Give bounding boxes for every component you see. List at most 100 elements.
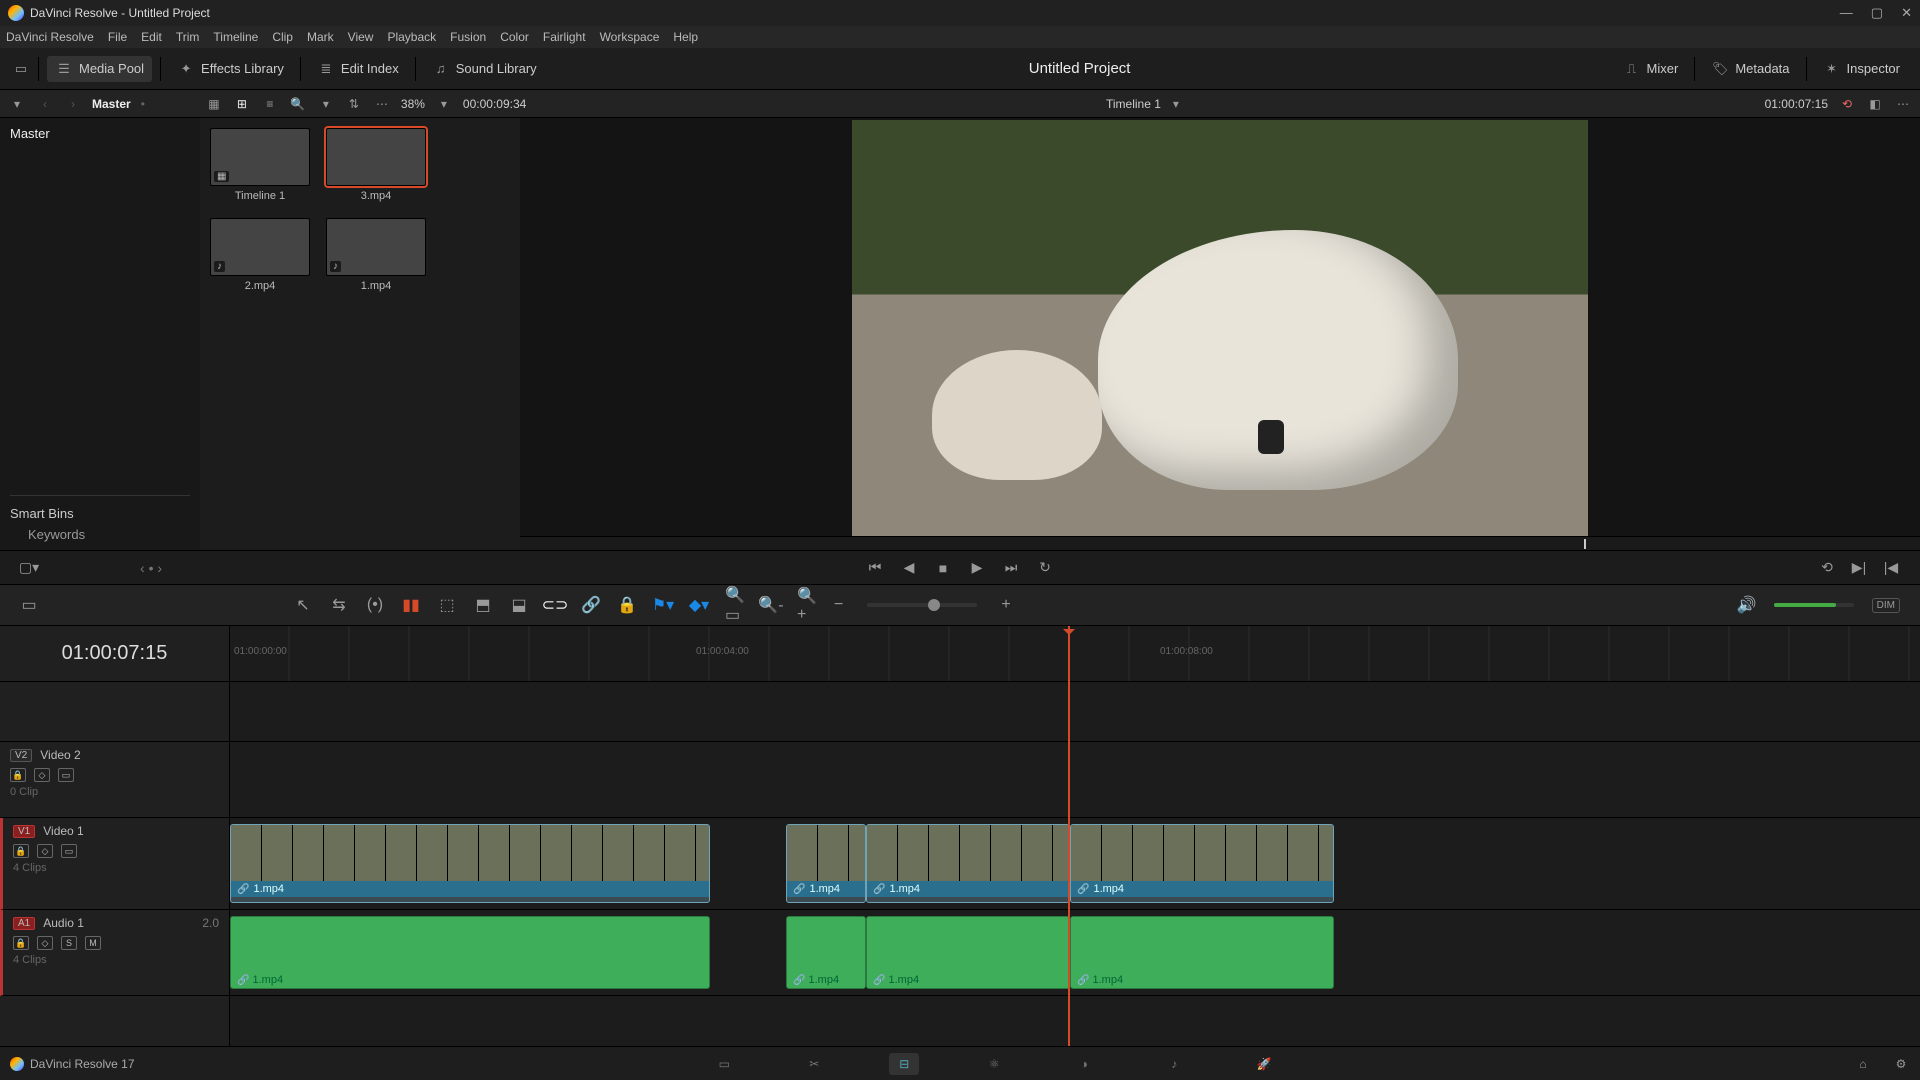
go-in-button[interactable]: ▶|	[1850, 559, 1868, 577]
close-button[interactable]: ✕	[1901, 5, 1912, 21]
play-button[interactable]: ▶	[968, 559, 986, 577]
timeline-clip[interactable]: 🔗 1.mp4	[230, 916, 710, 989]
menu-workspace[interactable]: Workspace	[600, 30, 660, 44]
a1-tag[interactable]: A1	[13, 917, 35, 930]
first-frame-button[interactable]: ⏮	[866, 559, 884, 577]
menu-fairlight[interactable]: Fairlight	[543, 30, 586, 44]
page-deliver[interactable]: 🚀	[1249, 1053, 1279, 1075]
layout-icon[interactable]: ▭	[12, 60, 30, 78]
page-cut[interactable]: ✂	[799, 1053, 829, 1075]
dim-button[interactable]: DIM	[1872, 598, 1900, 613]
v2-tag[interactable]: V2	[10, 749, 32, 762]
dynamic-trim-tool[interactable]: (•)	[366, 596, 384, 614]
viewer-scrub[interactable]	[520, 536, 1920, 550]
bin-master[interactable]: Master	[10, 126, 190, 141]
insert-tool[interactable]: ⬚	[438, 596, 456, 614]
edit-index-button[interactable]: ≣ Edit Index	[309, 56, 407, 82]
bin-dropdown-icon[interactable]: ▾	[8, 95, 26, 113]
page-fairlight[interactable]: ♪	[1159, 1053, 1189, 1075]
v2-auto[interactable]: ◇	[34, 768, 50, 782]
clip-item[interactable]: ▦Timeline 1	[210, 128, 310, 202]
viewer-more-icon[interactable]: ⋯	[1894, 95, 1912, 113]
sort-icon[interactable]: ⇅	[345, 95, 363, 113]
volume-slider[interactable]	[1774, 603, 1854, 607]
inspector-button[interactable]: ✶ Inspector	[1815, 56, 1908, 82]
a1-solo[interactable]: S	[61, 936, 77, 950]
next-frame-button[interactable]: ⏭	[1002, 559, 1020, 577]
loop-button[interactable]: ↻	[1036, 559, 1054, 577]
a1-mute[interactable]: M	[85, 936, 101, 950]
zoom-plus[interactable]: +	[1001, 596, 1010, 614]
menu-color[interactable]: Color	[500, 30, 529, 44]
replace-tool[interactable]: ⬓	[510, 596, 528, 614]
page-media[interactable]: ▭	[709, 1053, 739, 1075]
smart-bins-header[interactable]: Smart Bins	[10, 495, 190, 521]
sound-library-button[interactable]: ♫ Sound Library	[424, 56, 545, 82]
zoom-in-tool[interactable]: 🔍+	[798, 596, 816, 614]
menu-davinci-resolve[interactable]: DaVinci Resolve	[6, 30, 94, 44]
v1-disable[interactable]: ▭	[61, 844, 77, 858]
trim-tool[interactable]: ⇆	[330, 596, 348, 614]
chevron-down-icon[interactable]: ▾	[317, 95, 335, 113]
thumb-view-icon[interactable]: ▦	[205, 95, 223, 113]
flag-icon[interactable]: ⚑▾	[654, 596, 672, 614]
menu-timeline[interactable]: Timeline	[213, 30, 258, 44]
timeline-view-icon[interactable]: ▭	[20, 596, 38, 614]
page-fusion[interactable]: ⚛	[979, 1053, 1009, 1075]
menu-help[interactable]: Help	[673, 30, 698, 44]
blade-tool[interactable]: ▮▮	[402, 596, 420, 614]
clip-item[interactable]: 3.mp4	[326, 128, 426, 202]
keywords-bin[interactable]: Keywords	[10, 521, 190, 542]
a1-lock[interactable]: 🔒	[13, 936, 29, 950]
go-start-button[interactable]: ⟲	[1818, 559, 1836, 577]
timeline-name[interactable]: Timeline 1	[1106, 97, 1161, 111]
menu-mark[interactable]: Mark	[307, 30, 334, 44]
menu-file[interactable]: File	[108, 30, 127, 44]
zoom-percent[interactable]: 38%	[401, 97, 425, 111]
v2-disable[interactable]: ▭	[58, 768, 74, 782]
minimize-button[interactable]: —	[1840, 5, 1853, 21]
dual-view-icon[interactable]: ◧	[1866, 95, 1884, 113]
selection-tool[interactable]: ↖	[294, 596, 312, 614]
settings-button[interactable]: ⚙	[1892, 1055, 1910, 1073]
page-edit[interactable]: ⊟	[889, 1053, 919, 1075]
snap-icon[interactable]: ⊂⊃	[546, 596, 564, 614]
menu-clip[interactable]: Clip	[272, 30, 293, 44]
maximize-button[interactable]: ▢	[1871, 5, 1883, 21]
zoom-minus[interactable]: −	[834, 596, 843, 614]
timeline-timecode[interactable]: 01:00:07:15	[0, 626, 229, 682]
stop-button[interactable]: ■	[934, 559, 952, 577]
lock-icon[interactable]: 🔒	[618, 596, 636, 614]
timeline-clip[interactable]: 🔗 1.mp4	[786, 916, 866, 989]
nav-fwd-icon[interactable]: ›	[64, 95, 82, 113]
timeline-clip[interactable]: 🔗 1.mp4	[1070, 824, 1334, 903]
more-icon[interactable]: ⋯	[373, 95, 391, 113]
search-icon[interactable]: 🔍	[289, 95, 307, 113]
viewer-canvas[interactable]	[852, 120, 1588, 536]
menu-fusion[interactable]: Fusion	[450, 30, 486, 44]
a1-auto[interactable]: ◇	[37, 936, 53, 950]
match-prev-icon[interactable]: ‹	[140, 560, 145, 576]
marker-icon[interactable]: ◆▾	[690, 596, 708, 614]
zoom-chevron-icon[interactable]: ▾	[435, 95, 453, 113]
zoom-out-tool[interactable]: 🔍-	[762, 596, 780, 614]
timeline-ruler[interactable]: 01:00:00:00 01:00:04:00 01:00:08:00	[230, 626, 1920, 682]
page-color[interactable]: ◑	[1069, 1053, 1099, 1075]
timeline-chevron-icon[interactable]: ▾	[1167, 95, 1185, 113]
timeline-clip[interactable]: 🔗 1.mp4	[786, 824, 866, 903]
nav-back-icon[interactable]: ‹	[36, 95, 54, 113]
playhead[interactable]	[1068, 626, 1070, 1046]
mixer-button[interactable]: ⎍ Mixer	[1615, 56, 1687, 82]
mark-in-out-icon[interactable]: ▢▾	[20, 559, 38, 577]
v1-auto[interactable]: ◇	[37, 844, 53, 858]
menu-edit[interactable]: Edit	[141, 30, 162, 44]
timeline-clip[interactable]: 🔗 1.mp4	[1070, 916, 1334, 989]
metadata-button[interactable]: 🏷 Metadata	[1703, 56, 1797, 82]
timeline-clip[interactable]: 🔗 1.mp4	[866, 824, 1070, 903]
media-pool-button[interactable]: ☰ Media Pool	[47, 56, 152, 82]
timeline-clip[interactable]: 🔗 1.mp4	[230, 824, 710, 903]
home-button[interactable]: ⌂	[1854, 1055, 1872, 1073]
prev-frame-button[interactable]: ◀	[900, 559, 918, 577]
volume-icon[interactable]: 🔊	[1738, 596, 1756, 614]
menu-view[interactable]: View	[348, 30, 374, 44]
